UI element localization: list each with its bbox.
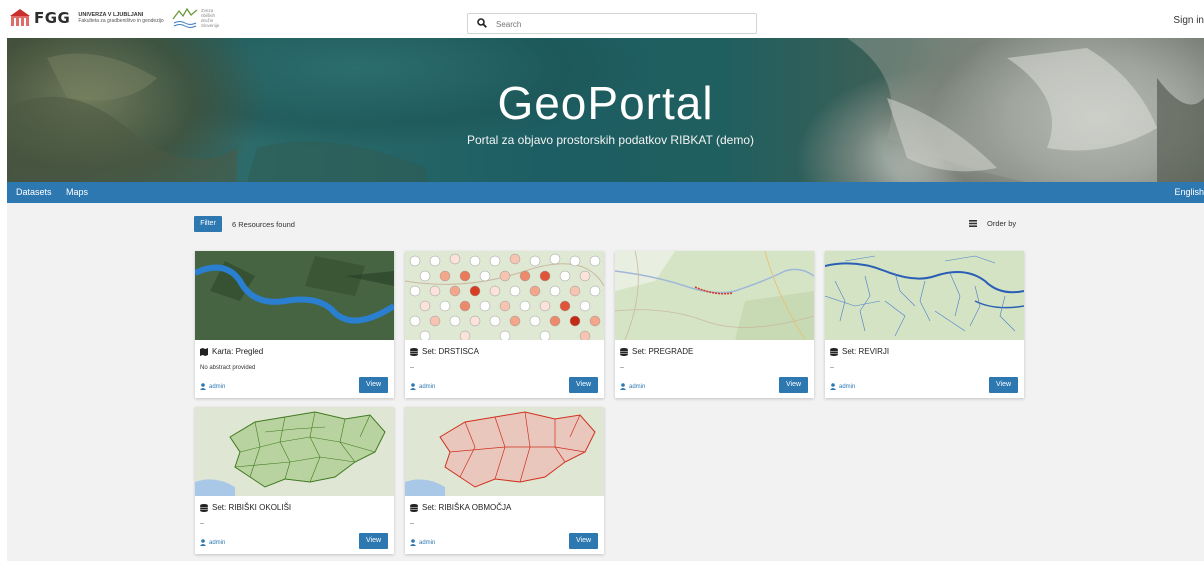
- card-title[interactable]: Set: DRSTISCA: [410, 347, 479, 356]
- nav-maps[interactable]: Maps: [66, 187, 88, 197]
- view-button[interactable]: View: [989, 377, 1018, 393]
- language-selector[interactable]: English: [1174, 187, 1204, 197]
- partner-logo[interactable]: Zveza ribiških družin Slovenije: [172, 7, 219, 29]
- user-icon: [620, 383, 626, 390]
- card-abstract: --: [620, 365, 624, 371]
- partner-logo-icon: [172, 7, 198, 28]
- red-regions-map-thumbnail: [405, 407, 604, 496]
- resource-thumbnail[interactable]: [825, 251, 1024, 340]
- card-abstract: --: [200, 521, 204, 527]
- card-owner[interactable]: admin: [620, 383, 645, 390]
- fgg-logo-text: FGG: [34, 9, 71, 27]
- satellite-map-thumbnail: [195, 251, 394, 340]
- left-edge: [0, 38, 7, 561]
- resource-card[interactable]: Set: PREGRADE -- admin View: [615, 251, 814, 398]
- view-button[interactable]: View: [569, 533, 598, 549]
- order-by-control[interactable]: Order by: [969, 219, 1016, 228]
- database-icon: [620, 347, 628, 356]
- card-abstract: --: [410, 365, 414, 371]
- card-owner[interactable]: admin: [200, 539, 225, 546]
- user-icon: [410, 539, 416, 546]
- terrain-map-thumbnail: [615, 251, 814, 340]
- owner-name: admin: [419, 383, 436, 390]
- card-title[interactable]: Set: RIBIŠKI OKOLIŠI: [200, 503, 291, 512]
- order-by-label: Order by: [987, 219, 1017, 228]
- resource-card[interactable]: Set: RIBIŠKA OBMOČJA -- admin View: [405, 407, 604, 554]
- card-owner[interactable]: admin: [410, 383, 435, 390]
- resource-thumbnail[interactable]: [405, 251, 604, 340]
- resources-count: 6 Resources found: [232, 220, 295, 229]
- fgg-logo[interactable]: FGG UNIVERZA V LJUBLJANI Fakulteta za gr…: [10, 9, 188, 27]
- database-icon: [830, 347, 838, 356]
- green-regions-map-thumbnail: [195, 407, 394, 496]
- hero-subtitle: Portal za objavo prostorskih podatkov RI…: [466, 133, 755, 147]
- river-network-map-thumbnail: [825, 251, 1024, 340]
- main-navbar: Datasets Maps English: [7, 182, 1204, 203]
- card-owner[interactable]: admin: [830, 383, 855, 390]
- card-abstract: No abstract provided: [200, 365, 256, 371]
- card-title[interactable]: Karta: Pregled: [200, 347, 263, 356]
- view-button[interactable]: View: [359, 533, 388, 549]
- view-button[interactable]: View: [359, 377, 388, 393]
- resource-thumbnail[interactable]: [195, 251, 394, 340]
- card-owner[interactable]: admin: [200, 383, 225, 390]
- partner-line-4: Slovenije: [201, 23, 220, 28]
- card-owner[interactable]: admin: [410, 539, 435, 546]
- owner-name: admin: [209, 539, 226, 546]
- card-abstract: --: [410, 521, 414, 527]
- resource-card[interactable]: Karta: Pregled No abstract provided admi…: [195, 251, 394, 398]
- top-bar: FGG UNIVERZA V LJUBLJANI Fakulteta za gr…: [0, 0, 1204, 39]
- user-icon: [410, 383, 416, 390]
- faculty-name-text: Fakulteta za gradbeništvo in geodezijo: [78, 18, 164, 24]
- sign-in-link[interactable]: Sign in: [1173, 15, 1204, 26]
- hero-banner: GeoPortal Portal za objavo prostorskih p…: [7, 38, 1204, 182]
- resource-thumbnail[interactable]: [405, 407, 604, 496]
- resource-thumbnail[interactable]: [615, 251, 814, 340]
- card-title-text: Set: PREGRADE: [632, 347, 694, 356]
- card-title-text: Set: RIBIŠKA OBMOČJA: [422, 503, 512, 512]
- search-box[interactable]: [467, 13, 757, 34]
- owner-name: admin: [629, 383, 646, 390]
- faculty-emblem-icon: [10, 9, 30, 26]
- card-title-text: Karta: Pregled: [212, 347, 264, 356]
- card-title[interactable]: Set: PREGRADE: [620, 347, 693, 356]
- resource-card[interactable]: Set: REVIRJI -- admin View: [825, 251, 1024, 398]
- database-icon: [410, 347, 418, 356]
- card-title-text: Set: DRSTISCA: [422, 347, 479, 356]
- user-icon: [200, 539, 206, 546]
- resource-card[interactable]: Set: DRSTISCA -- admin View: [405, 251, 604, 398]
- owner-name: admin: [209, 383, 226, 390]
- partner-logo-text: Zveza ribiških družin Slovenije: [201, 8, 219, 28]
- owner-name: admin: [419, 539, 436, 546]
- search-icon: [477, 18, 487, 28]
- hero-title: GeoPortal: [497, 77, 714, 129]
- map-icon: [200, 347, 208, 356]
- view-button[interactable]: View: [779, 377, 808, 393]
- card-title-text: Set: RIBIŠKI OKOLIŠI: [212, 503, 292, 512]
- card-title[interactable]: Set: RIBIŠKA OBMOČJA: [410, 503, 511, 512]
- filter-button[interactable]: Filter: [194, 216, 222, 232]
- resource-card[interactable]: Set: RIBIŠKI OKOLIŠI -- admin View: [195, 407, 394, 554]
- resource-thumbnail[interactable]: [195, 407, 394, 496]
- user-icon: [830, 383, 836, 390]
- nav-datasets[interactable]: Datasets: [16, 187, 52, 197]
- view-button[interactable]: View: [569, 377, 598, 393]
- database-icon: [200, 503, 208, 512]
- list-icon: [969, 220, 977, 227]
- card-abstract: --: [830, 365, 834, 371]
- owner-name: admin: [839, 383, 856, 390]
- hexbin-map-thumbnail: [405, 251, 604, 340]
- card-title-text: Set: REVIRJI: [842, 347, 890, 356]
- card-title[interactable]: Set: REVIRJI: [830, 347, 889, 356]
- database-icon: [410, 503, 418, 512]
- search-input[interactable]: [494, 16, 748, 32]
- user-icon: [200, 383, 206, 390]
